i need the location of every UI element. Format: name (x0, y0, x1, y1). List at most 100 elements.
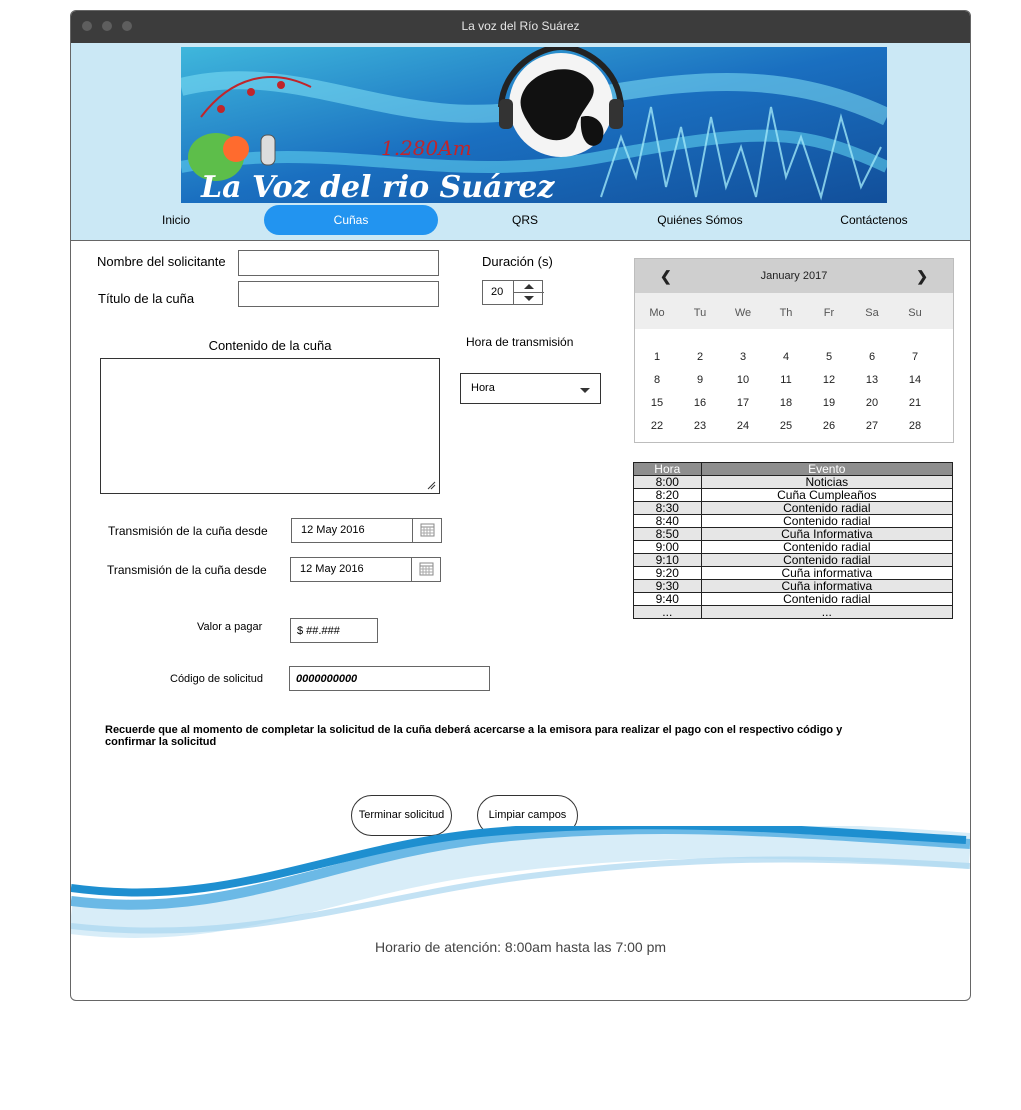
stepper-up-button[interactable] (514, 281, 544, 292)
title-input[interactable] (238, 281, 439, 307)
schedule-header-evento: Evento (700, 462, 954, 476)
main-nav: Inicio Cuñas QRS Quiénes Sómos Contácten… (71, 205, 970, 235)
schedule-cell-hora: 8:30 (633, 501, 702, 515)
calendar-icon (419, 562, 434, 576)
from-date-label-1: Transmisión de la cuña desde (108, 524, 268, 538)
from-date-label-2: Transmisión de la cuña desde (107, 563, 267, 577)
calendar-day[interactable]: 20 (852, 397, 892, 409)
nav-item-cunas[interactable]: Cuñas (264, 205, 438, 235)
stepper-down-button[interactable] (514, 292, 544, 303)
calendar-day[interactable]: 7 (895, 351, 935, 363)
schedule-row: 8:30 Contenido radial (633, 501, 954, 515)
schedule-cell-hora: 9:10 (633, 553, 702, 567)
calendar-day[interactable]: 24 (723, 420, 763, 432)
resize-handle-icon[interactable] (427, 481, 436, 490)
calendar-weekday: Su (908, 307, 922, 319)
calendar-day[interactable]: 27 (852, 420, 892, 432)
schedule-cell-hora: ... (633, 605, 702, 619)
browser-window: La voz del Río Suárez 1.280Am La Voz del… (70, 10, 971, 1001)
calendar-day[interactable]: 23 (680, 420, 720, 432)
schedule-cell-evento: Contenido radial (700, 592, 954, 606)
calendar-weekday: Tu (693, 307, 707, 319)
content-textarea[interactable] (100, 358, 440, 494)
chevron-down-icon (580, 388, 590, 393)
duration-value: 20 (491, 286, 504, 298)
calendar-day[interactable]: 11 (766, 374, 806, 386)
amount-input[interactable]: $ ##.### (290, 618, 378, 643)
schedule-row: ...... (633, 605, 954, 619)
calendar-day[interactable]: 25 (766, 420, 806, 432)
calendar-day[interactable]: 2 (680, 351, 720, 363)
requester-label: Nombre del solicitante (97, 254, 226, 269)
calendar-weekday: We (734, 307, 752, 319)
banner-brand-text: La Voz del rio Suárez (200, 170, 555, 203)
schedule-cell-evento: Contenido radial (700, 514, 954, 528)
schedule-cell-evento: ... (700, 605, 954, 619)
calendar-day[interactable]: 6 (852, 351, 892, 363)
footer-wave-decoration (71, 826, 970, 939)
calendar-icon (420, 523, 435, 537)
calendar-picker-button-2[interactable] (411, 558, 440, 581)
schedule-row: 9:10 Contenido radial (633, 553, 954, 567)
duration-stepper[interactable]: 20 (482, 280, 544, 305)
calendar-picker-button-1[interactable] (412, 519, 441, 542)
schedule-row: 8:20 Cuña Cumpleaños (633, 488, 954, 502)
from-date-value-2: 12 May 2016 (300, 563, 364, 575)
calendar-header: ❮ January 2017 ❯ (635, 259, 953, 293)
calendar-weekday: Fr (823, 307, 835, 319)
schedule-cell-evento: Contenido radial (700, 501, 954, 515)
calendar-day[interactable]: 28 (895, 420, 935, 432)
nav-item-inicio[interactable]: Inicio (89, 205, 263, 235)
nav-item-quienes-somos[interactable]: Quiénes Sómos (613, 205, 787, 235)
schedule-cell-hora: 8:00 (633, 475, 702, 489)
radio-banner-image: 1.280Am La Voz del rio Suárez (181, 47, 887, 203)
calendar-weekdays: Mo Tu We Th Fr Sa Su (635, 293, 953, 329)
requester-input[interactable] (238, 250, 439, 276)
broadcast-time-select[interactable]: Hora (460, 373, 601, 404)
calendar-day[interactable]: 5 (809, 351, 849, 363)
nav-item-qrs[interactable]: QRS (438, 205, 612, 235)
calendar-day[interactable]: 16 (680, 397, 720, 409)
from-date-field-2[interactable]: 12 May 2016 (290, 557, 441, 582)
request-code-input[interactable]: 0000000000 (289, 666, 490, 691)
calendar-day[interactable]: 22 (637, 420, 677, 432)
calendar-day[interactable]: 1 (637, 351, 677, 363)
calendar-day[interactable]: 15 (637, 397, 677, 409)
calendar-day[interactable]: 17 (723, 397, 763, 409)
schedule-cell-evento: Noticias (700, 475, 954, 489)
content-label: Contenido de la cuña (208, 338, 332, 353)
from-date-field-1[interactable]: 12 May 2016 (291, 518, 442, 543)
schedule-table: Hora Evento 8:00 Noticias 8:20 Cuña Cumplea… (633, 462, 954, 619)
calendar-day[interactable]: 26 (809, 420, 849, 432)
schedule-row: 9:40 Contenido radial (633, 592, 954, 606)
schedule-cell-evento: Cuña Informativa (700, 527, 954, 541)
schedule-cell-evento: Cuña informativa (700, 566, 954, 580)
schedule-cell-hora: 9:20 (633, 566, 702, 580)
nav-item-contactenos[interactable]: Contáctenos (787, 205, 961, 235)
title-label: Título de la cuña (98, 291, 195, 306)
calendar-day[interactable]: 9 (680, 374, 720, 386)
calendar-day[interactable]: 12 (809, 374, 849, 386)
schedule-cell-hora: 8:50 (633, 527, 702, 541)
calendar-day[interactable]: 10 (723, 374, 763, 386)
calendar-weekday: Sa (865, 307, 879, 319)
calendar-day[interactable]: 3 (723, 351, 763, 363)
payment-notice: Recuerde que al momento de completar la … (105, 724, 843, 748)
schedule-cell-evento: Cuña informativa (700, 579, 954, 593)
calendar-day[interactable]: 8 (637, 374, 677, 386)
calendar-day[interactable]: 21 (895, 397, 935, 409)
banner-frequency-text: 1.280Am (381, 136, 472, 160)
request-code-label: Código de solicitud (170, 673, 263, 685)
calendar-day[interactable]: 4 (766, 351, 806, 363)
calendar-day[interactable]: 14 (895, 374, 935, 386)
calendar-next-button[interactable]: ❯ (916, 268, 928, 285)
calendar-day[interactable]: 19 (809, 397, 849, 409)
calendar-widget: ❮ January 2017 ❯ Mo Tu We Th Fr Sa Su 12345678… (634, 258, 954, 443)
duration-label: Duración (s) (482, 254, 553, 269)
calendar-weekday: Mo (649, 307, 665, 319)
calendar-day[interactable]: 13 (852, 374, 892, 386)
window-title: La voz del Río Suárez (461, 19, 580, 33)
schedule-row: 8:40 Contenido radial (633, 514, 954, 528)
calendar-day[interactable]: 18 (766, 397, 806, 409)
schedule-row: 9:20 Cuña informativa (633, 566, 954, 580)
